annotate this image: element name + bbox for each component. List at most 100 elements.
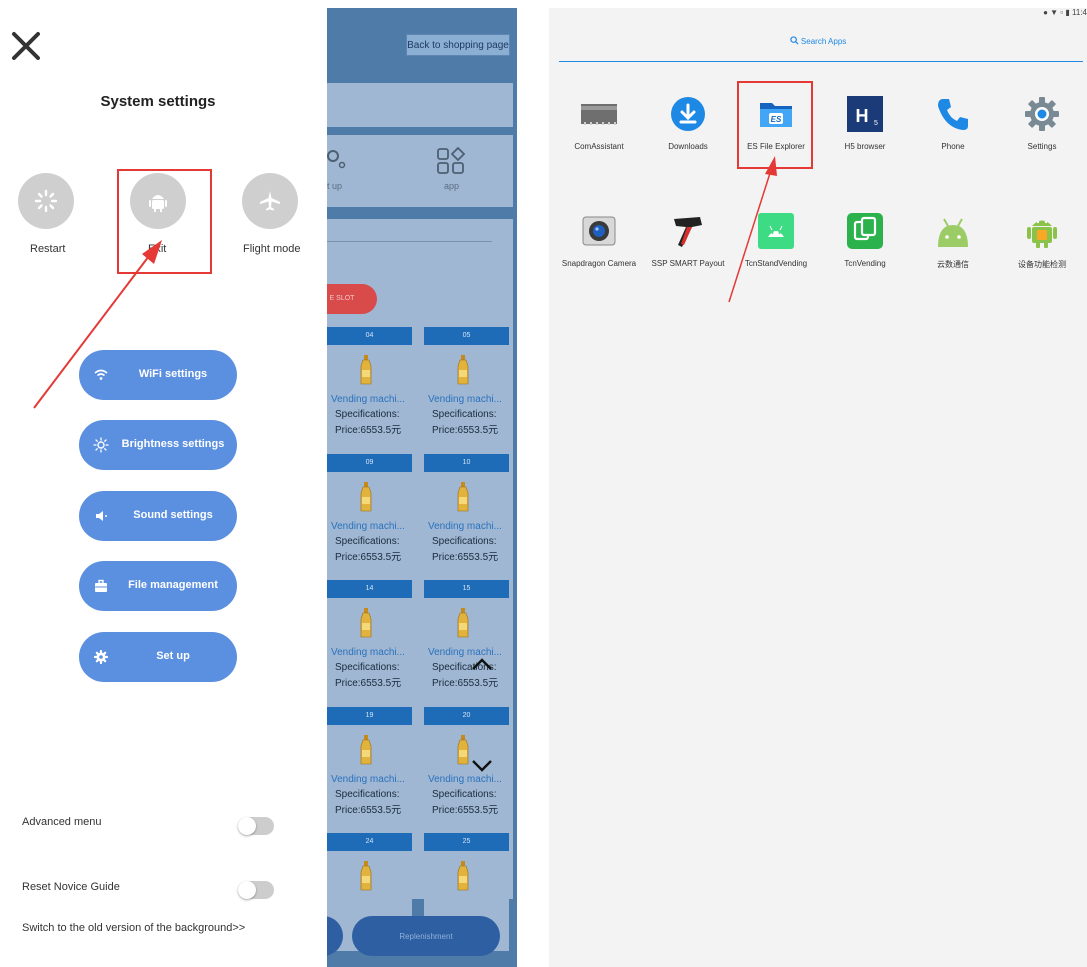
download-icon	[671, 97, 705, 131]
bottle-icon	[457, 482, 469, 512]
flight-mode-button[interactable]	[242, 173, 298, 229]
bottle-icon	[360, 355, 372, 385]
slot-card[interactable]: 20 Vending machi... Specifications: Price:6…	[424, 707, 509, 825]
reset-guide-toggle[interactable]	[238, 881, 274, 899]
app-grid-icon[interactable]	[436, 147, 466, 175]
battery-icon: ▮	[1065, 8, 1070, 17]
bottle-icon	[457, 735, 469, 765]
tcn-icon	[847, 213, 883, 249]
slot-number: 09	[327, 454, 412, 472]
slot-specifications: Specifications:	[432, 409, 497, 420]
slot-price: Price:6553.5元	[432, 805, 499, 816]
set-up-label: Set up	[156, 650, 190, 662]
scroll-up-icon[interactable]	[470, 656, 494, 672]
app-label: Settings	[1027, 142, 1057, 151]
gear-icon	[93, 649, 109, 665]
reset-guide-label: Reset Novice Guide	[22, 881, 120, 893]
sound-settings-button[interactable]: Sound settings	[79, 491, 237, 541]
slot-specifications: Specifications:	[432, 536, 497, 547]
background-app-panel: Back to shopping page t up app E SLOT 04…	[327, 8, 517, 967]
airplane-icon	[260, 191, 280, 211]
page-title: System settings	[100, 93, 216, 110]
bottle-icon	[457, 355, 469, 385]
setup-label[interactable]: t up	[327, 181, 342, 191]
slot-card[interactable]: 04 Vending machi... Specifications: Price:6…	[327, 327, 412, 445]
bottle-icon	[360, 861, 372, 891]
system-settings-panel: System settings Restart Exit Flight mode	[0, 0, 327, 967]
bottle-icon	[360, 608, 372, 638]
settings-icon	[1025, 97, 1059, 131]
restart-button[interactable]	[18, 173, 74, 229]
brightness-settings-button[interactable]: Brightness settings	[79, 420, 237, 470]
app-label: 云数通信	[937, 260, 969, 269]
camera-icon	[582, 216, 616, 246]
scroll-down-icon[interactable]	[470, 758, 494, 774]
slot-product-name: Vending machi...	[331, 647, 405, 658]
slot-number: 20	[424, 707, 509, 725]
wifi-settings-label: WiFi settings	[138, 368, 208, 380]
app-label: Phone	[941, 142, 965, 151]
h5-icon: H 5	[847, 96, 883, 132]
slot-specifications: Specifications:	[335, 789, 400, 800]
android-robot-icon	[1027, 220, 1057, 248]
annotation-arrow	[728, 156, 777, 303]
flight-mode-label: Flight mode	[243, 243, 301, 255]
location-icon: ●	[1043, 8, 1048, 17]
slot-card[interactable]: 10 Vending machi... Specifications: Price:6…	[424, 454, 509, 572]
app-label: TcnVending	[844, 259, 886, 268]
slot-button[interactable]: E SLOT	[327, 284, 377, 314]
wifi-icon	[94, 369, 108, 380]
back-to-shopping-button[interactable]: Back to shopping page	[406, 34, 510, 56]
slot-number: 24	[327, 833, 412, 851]
app-label: Snapdragon Camera	[561, 259, 637, 268]
close-icon[interactable]	[10, 30, 42, 62]
sound-settings-label: Sound settings	[133, 509, 213, 521]
brightness-settings-label: Brightness settings	[121, 438, 225, 450]
status-time: 11:4	[1072, 8, 1087, 17]
slot-card[interactable]: 05 Vending machi... Specifications: Price:6…	[424, 327, 509, 445]
slot-card[interactable]: 09 Vending machi... Specifications: Price:6…	[327, 454, 412, 572]
bottle-icon	[457, 861, 469, 891]
slot-number: 19	[327, 707, 412, 725]
slot-specifications: Specifications:	[335, 409, 400, 420]
slot-card[interactable]: 14 Vending machi... Specifications: Price:6…	[327, 580, 412, 698]
slot-number: 25	[424, 833, 509, 851]
slot-specifications: Specifications:	[432, 789, 497, 800]
bottle-icon	[360, 735, 372, 765]
bottle-icon	[457, 608, 469, 638]
toolbar-box: t up app	[327, 135, 513, 207]
android-icon	[938, 218, 968, 247]
slot-card[interactable]: 19 Vending machi... Specifications: Price:6…	[327, 707, 412, 825]
file-management-button[interactable]: File management	[79, 561, 237, 611]
slot-product-name: Vending machi...	[331, 774, 405, 785]
slot-price: Price:6553.5元	[335, 678, 402, 689]
wifi-status-icon: ▼	[1050, 8, 1059, 17]
slot-card[interactable]: 15 Vending machi... Specifications: Price:6…	[424, 580, 509, 698]
speaker-icon	[96, 511, 107, 521]
app-label: 设备功能检测	[1018, 260, 1066, 269]
advanced-menu-toggle[interactable]	[238, 817, 274, 835]
svg-text:H: H	[856, 106, 869, 126]
android-app-drawer: ● ▼ ▫ ▮ 11:4 Search Apps ComAssistant Do…	[549, 8, 1087, 967]
briefcase-icon	[95, 579, 107, 592]
status-bar: ● ▼ ▫ ▮ 11:4	[1043, 8, 1087, 17]
slot-number: 15	[424, 580, 509, 598]
slot-price: Price:6553.5元	[335, 805, 402, 816]
wifi-settings-button[interactable]: WiFi settings	[79, 350, 237, 400]
slot-product-name: Vending machi...	[331, 394, 405, 405]
slot-specifications: Specifications:	[335, 662, 400, 673]
file-management-label: File management	[128, 579, 218, 591]
payout-icon	[674, 217, 702, 247]
set-up-button[interactable]: Set up	[79, 632, 237, 682]
app-label[interactable]: app	[444, 181, 459, 191]
search-apps-bar[interactable]: Search Apps	[549, 36, 1087, 46]
search-apps-label: Search Apps	[800, 37, 847, 46]
slot-product-name: Vending machi...	[428, 521, 502, 532]
replenishment-button[interactable]: Replenishment	[352, 916, 500, 956]
slot-number: 14	[327, 580, 412, 598]
slot-product-name: Vending machi...	[331, 521, 405, 532]
sim-icon: ▫	[1060, 8, 1064, 17]
chip-icon	[581, 104, 617, 125]
old-version-link[interactable]: Switch to the old version of the backgro…	[22, 922, 245, 934]
slot-number: 10	[424, 454, 509, 472]
